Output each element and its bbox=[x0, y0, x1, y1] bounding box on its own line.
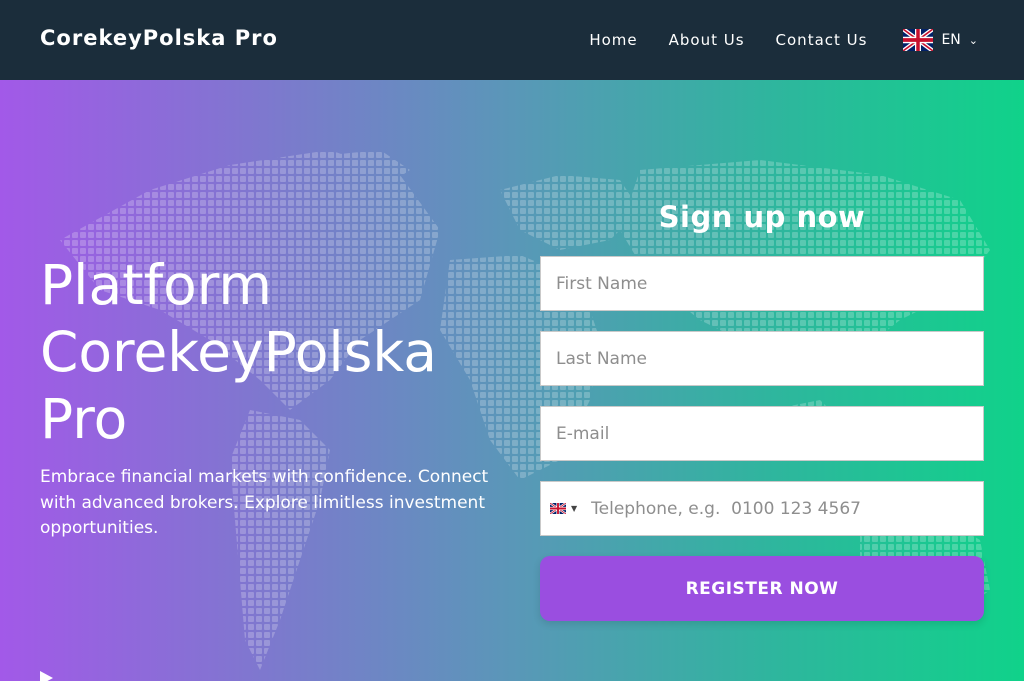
nav-contact-link[interactable]: Contact Us bbox=[776, 31, 868, 49]
first-name-field-wrapper bbox=[540, 256, 984, 311]
uk-flag-icon bbox=[550, 503, 566, 514]
last-name-field-wrapper bbox=[540, 331, 984, 386]
hero-section: Platform CorekeyPolska Pro Embrace finan… bbox=[0, 80, 1024, 681]
register-button[interactable]: REGISTER NOW bbox=[540, 556, 984, 621]
language-code: EN bbox=[941, 32, 961, 48]
top-navbar: CorekeyPolska Pro Home About Us Contact … bbox=[0, 0, 1024, 80]
hero-title: Platform CorekeyPolska Pro bbox=[40, 253, 437, 451]
chevron-down-icon: ⌄ bbox=[968, 33, 978, 47]
phone-field-wrapper: ▼ bbox=[540, 481, 984, 536]
email-input[interactable] bbox=[541, 407, 983, 460]
phone-country-selector[interactable]: ▼ bbox=[541, 482, 583, 535]
signup-title: Sign up now bbox=[658, 200, 866, 234]
nav-home-link[interactable]: Home bbox=[589, 31, 637, 49]
play-arrow-icon[interactable] bbox=[40, 671, 53, 681]
brand-logo-text[interactable]: CorekeyPolska Pro bbox=[40, 26, 278, 50]
email-field-wrapper bbox=[540, 406, 984, 461]
phone-input[interactable] bbox=[583, 482, 983, 535]
language-selector[interactable]: EN ⌄ bbox=[903, 29, 978, 51]
uk-flag-icon bbox=[903, 29, 934, 51]
nav-about-link[interactable]: About Us bbox=[669, 31, 745, 49]
hero-subtitle: Embrace financial markets with confidenc… bbox=[40, 467, 489, 538]
main-nav: Home About Us Contact Us EN ⌄ bbox=[558, 0, 978, 80]
first-name-input[interactable] bbox=[541, 257, 983, 310]
caret-down-icon: ▼ bbox=[571, 504, 578, 513]
last-name-input[interactable] bbox=[541, 332, 983, 385]
